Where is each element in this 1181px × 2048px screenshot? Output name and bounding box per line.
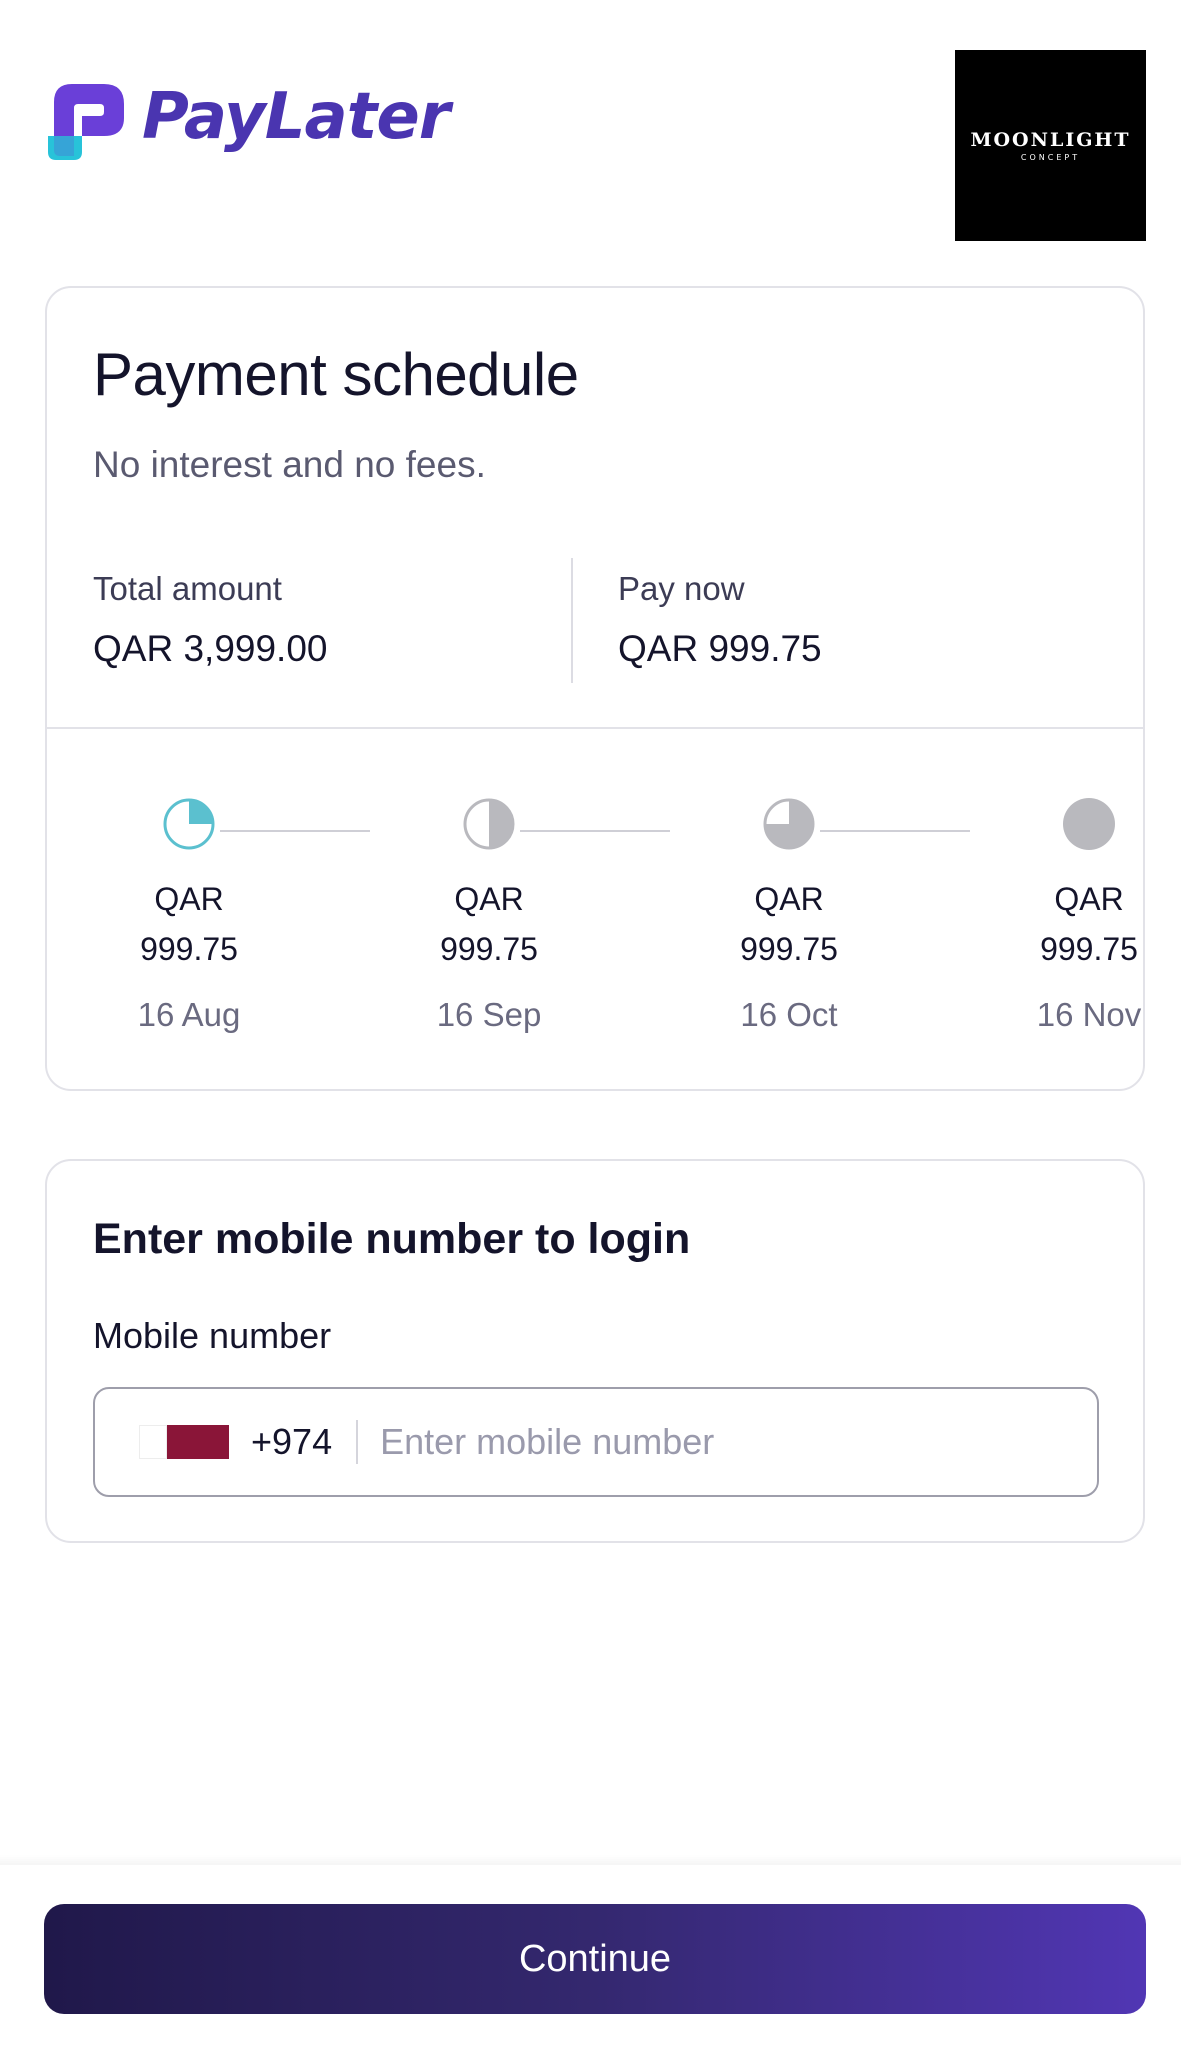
continue-button[interactable]: Continue	[44, 1904, 1146, 2014]
pie-half-icon	[463, 798, 515, 850]
qatar-flag-icon[interactable]	[139, 1425, 229, 1459]
schedule-title: Payment schedule	[93, 341, 579, 408]
pie-quarter-icon	[163, 798, 215, 850]
login-card: Enter mobile number to login Mobile numb…	[45, 1159, 1145, 1543]
timeline-connector	[820, 830, 970, 832]
summary-divider	[571, 558, 573, 683]
footer-divider	[0, 1855, 1181, 1865]
mobile-number-label: Mobile number	[93, 1315, 332, 1356]
mobile-number-input[interactable]	[380, 1421, 1081, 1463]
installment-date: 16 Oct	[740, 996, 838, 1033]
login-title: Enter mobile number to login	[93, 1215, 691, 1263]
installment-date: 16 Sep	[436, 996, 542, 1033]
installment-amount: 999.75	[1040, 931, 1138, 967]
mobile-number-field[interactable]: +974	[93, 1387, 1099, 1497]
installment-currency: QAR	[1054, 881, 1124, 917]
pay-now-value: QAR 999.75	[618, 628, 822, 669]
installment-amount: 999.75	[740, 931, 838, 967]
installment-amount: 999.75	[440, 931, 538, 967]
installment-date: 16 Aug	[137, 996, 241, 1033]
paylater-wordmark: PayLater	[142, 80, 450, 154]
payment-schedule-card: Payment schedule No interest and no fees…	[45, 286, 1145, 1091]
timeline-connector	[520, 830, 670, 832]
total-amount-value: QAR 3,999.00	[93, 628, 328, 669]
paylater-mark-icon	[48, 84, 124, 160]
section-divider	[47, 727, 1143, 729]
timeline-connector	[220, 830, 370, 832]
paylater-logo: PayLater	[44, 72, 450, 162]
schedule-subtitle: No interest and no fees.	[93, 444, 486, 485]
installment-currency: QAR	[154, 881, 224, 917]
installment-4: QAR 999.75 16 Nov	[989, 796, 1181, 1034]
installment-currency: QAR	[754, 881, 824, 917]
pay-now-label: Pay now	[618, 570, 745, 607]
total-amount-label: Total amount	[93, 570, 282, 607]
installment-amount: 999.75	[140, 931, 238, 967]
installment-date: 16 Nov	[1036, 996, 1142, 1033]
merchant-name: MOONLIGHT	[970, 129, 1131, 151]
installment-currency: QAR	[454, 881, 524, 917]
country-dial-code[interactable]: +974	[251, 1421, 332, 1463]
header: PayLater MOONLIGHT CONCEPT	[0, 0, 1181, 260]
field-separator	[356, 1420, 359, 1464]
pie-full-icon	[1063, 798, 1115, 850]
pie-three-quarter-icon	[763, 798, 815, 850]
merchant-tagline: CONCEPT	[1020, 153, 1081, 162]
merchant-logo: MOONLIGHT CONCEPT	[955, 50, 1146, 241]
